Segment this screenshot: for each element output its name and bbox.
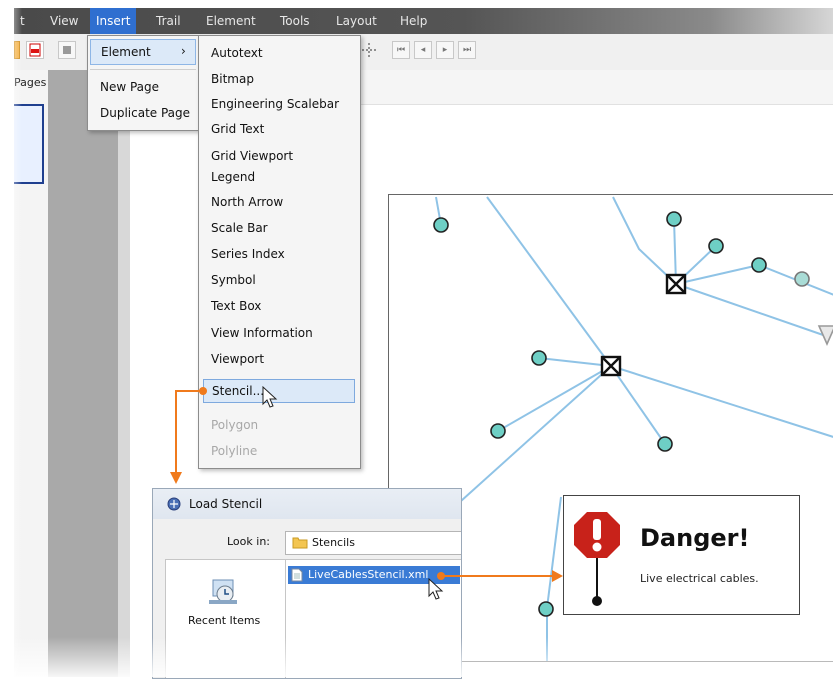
callout-dot	[437, 572, 445, 580]
danger-sign-icon	[574, 512, 620, 606]
danger-subtitle: Live electrical cables.	[640, 572, 759, 585]
callout-dot	[199, 387, 207, 395]
callout-arrowhead	[552, 570, 563, 582]
danger-stencil[interactable]: Danger! Live electrical cables.	[563, 495, 800, 615]
danger-title: Danger!	[640, 524, 750, 552]
callout-arrowhead	[170, 472, 182, 484]
fade-overlay	[0, 0, 22, 677]
fade-overlay	[0, 637, 833, 677]
